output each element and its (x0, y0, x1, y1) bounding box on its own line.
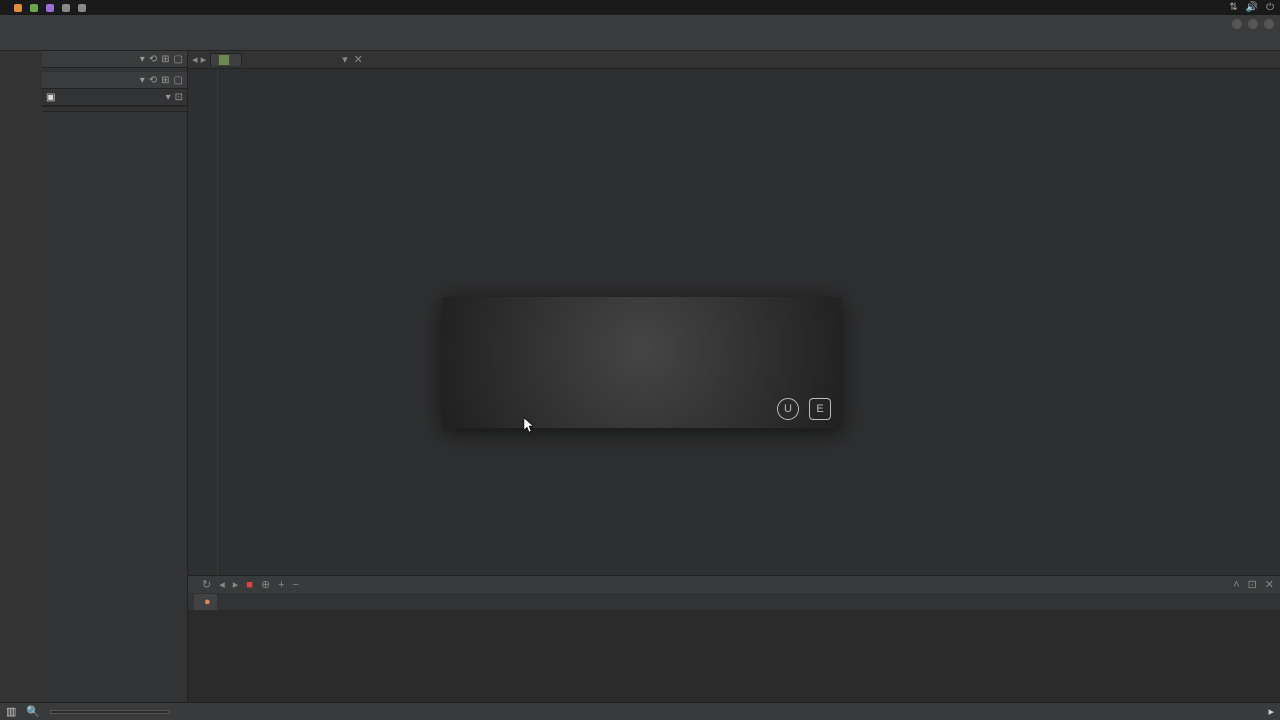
refresh-icon[interactable]: ↻ (202, 578, 211, 591)
chevron-down-icon[interactable]: ▾ (166, 92, 171, 103)
add-icon[interactable]: + (278, 579, 284, 591)
close-pane-icon[interactable]: ▢ (174, 54, 183, 65)
tray-icon[interactable] (62, 4, 70, 12)
output-panel: ↻ ◂ ▸ ■ ⊕ + − ˄ ⊡ ✕ ● (188, 575, 1280, 702)
output-tab[interactable]: ● (194, 594, 217, 610)
mode-rail (0, 51, 42, 702)
menu-bar (0, 32, 1280, 51)
tray-icon[interactable] (78, 4, 86, 12)
mouse-cursor (524, 418, 534, 432)
panes-icon[interactable]: ▥ (6, 705, 16, 718)
volume-icon[interactable]: 🔊 (1246, 2, 1258, 13)
sync-icon[interactable]: ⟲ (149, 54, 157, 65)
stop-icon[interactable]: ■ (246, 579, 253, 591)
nav-back-icon[interactable]: ◂ ▸ (192, 53, 206, 66)
line-gutter (188, 69, 218, 575)
window-titlebar (0, 15, 1280, 32)
tab-close-icon[interactable]: ✕ (354, 53, 363, 66)
editor-tabs: ◂ ▸ ▾ ✕ (188, 51, 1280, 69)
close-pane-icon[interactable]: ▢ (174, 75, 183, 86)
status-bar: ▥ 🔍 ▸ (0, 702, 1280, 720)
filter-icon[interactable]: ▾ (140, 75, 145, 86)
tray-icon[interactable] (30, 4, 38, 12)
unreal-splash: U E (443, 297, 841, 428)
file-icon (219, 55, 229, 65)
prev-icon[interactable]: ◂ (219, 578, 225, 591)
system-top-bar: ⇅ 🔊 ⏻ (0, 0, 1280, 15)
split-icon[interactable]: ⊞ (161, 75, 169, 86)
filesystem-header: ▾ ⟲ ⊞ ▢ (42, 72, 187, 89)
side-panel: ▾⟲⊞▢ ▾⟲⊞▢ ▣ ▾⊡ (42, 51, 188, 702)
minimize-button[interactable] (1232, 19, 1242, 29)
network-icon[interactable]: ⇅ (1229, 2, 1237, 13)
unreal-logo-icon: U (777, 398, 799, 420)
tab-dropdown-icon[interactable]: ▾ (342, 53, 348, 66)
projects-header: ▾ ⟲ ⊞ ▢ (42, 51, 187, 68)
tray-icon[interactable] (46, 4, 54, 12)
split-icon[interactable]: ⊞ (161, 54, 169, 65)
filter-icon[interactable]: ▾ (140, 54, 145, 65)
close-pane-icon[interactable]: ✕ (1265, 578, 1274, 591)
tray-icon[interactable] (14, 4, 22, 12)
remove-icon[interactable]: − (293, 579, 299, 591)
filesystem-tree[interactable] (42, 111, 187, 702)
search-icon[interactable]: 🔍 (26, 705, 40, 718)
locator-input[interactable] (50, 710, 170, 714)
power-icon[interactable]: ⏻ (1266, 2, 1274, 13)
close-button[interactable] (1264, 19, 1274, 29)
sync-icon[interactable]: ⟲ (149, 75, 157, 86)
tab-file[interactable] (210, 53, 242, 66)
running-icon: ● (204, 596, 211, 608)
maximize-button[interactable] (1248, 19, 1258, 29)
maximize-pane-icon[interactable]: ⊡ (1248, 578, 1257, 591)
progress-toggle-icon[interactable]: ▸ (1268, 705, 1274, 718)
output-log[interactable] (188, 610, 1280, 702)
epic-logo-icon: E (809, 398, 831, 420)
chevron-up-icon[interactable]: ˄ (1233, 579, 1239, 591)
next-icon[interactable]: ▸ (233, 578, 239, 591)
attach-icon[interactable]: ⊕ (261, 578, 270, 591)
